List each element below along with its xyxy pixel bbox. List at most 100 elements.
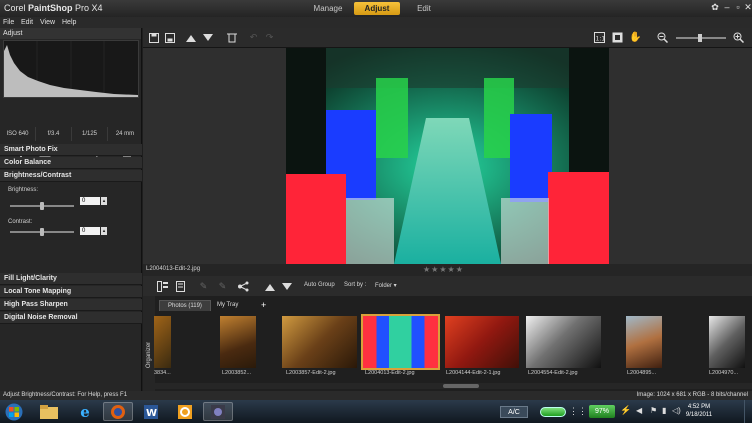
maximize-icon[interactable]: ▫: [733, 2, 743, 13]
organizer-toolbar: ✎ ✎ Auto Group Sort by : Folder ▾: [143, 276, 752, 296]
title-bar: Corel PaintShop Pro X4 Manage Adjust Edi…: [0, 0, 752, 17]
rotate-left-icon[interactable]: [184, 31, 197, 44]
battery-meter[interactable]: [540, 407, 566, 417]
zoom-slider-thumb[interactable]: [698, 34, 702, 42]
sort-by-dropdown[interactable]: Folder ▾: [375, 282, 397, 289]
brightness-slider[interactable]: [10, 202, 74, 210]
explorer-icon[interactable]: [34, 402, 64, 421]
organizer-scroll-thumb[interactable]: [443, 384, 479, 388]
fit-window-icon[interactable]: [611, 31, 624, 44]
brightness-input[interactable]: 0: [80, 197, 100, 205]
preview-area: [143, 48, 752, 264]
redo-icon[interactable]: ↷: [263, 31, 276, 44]
minimize-icon[interactable]: –: [722, 2, 732, 13]
battery-percent[interactable]: 97%: [589, 405, 615, 418]
auto-group-button[interactable]: Auto Group: [304, 282, 335, 288]
section-brightness-contrast[interactable]: Brightness/Contrast: [0, 170, 142, 182]
menu-help[interactable]: Help: [62, 17, 76, 28]
app-title: Corel PaintShop Pro X4: [4, 3, 103, 13]
section-high-pass-sharpen[interactable]: High Pass Sharpen: [0, 299, 142, 311]
tab-edit[interactable]: Edit: [400, 2, 448, 15]
undo-icon[interactable]: ↶: [247, 31, 260, 44]
save-icon[interactable]: [147, 31, 160, 44]
thumbnail-caption: 3834...: [154, 370, 171, 376]
word-icon[interactable]: W: [136, 402, 166, 421]
brightness-slider-thumb[interactable]: [40, 202, 44, 210]
section-digital-noise-removal[interactable]: Digital Noise Removal: [0, 312, 142, 324]
contrast-slider-thumb[interactable]: [40, 228, 44, 236]
help-settings-icon[interactable]: ✿: [710, 2, 720, 13]
section-local-tone-mapping[interactable]: Local Tone Mapping: [0, 286, 142, 298]
main-toolbar: ↶ ↷ 1:1 ✋: [143, 28, 752, 48]
thumbnail[interactable]: [626, 316, 662, 368]
org-rotate-left-icon[interactable]: [263, 280, 276, 293]
actual-size-icon[interactable]: 1:1: [593, 31, 606, 44]
internet-explorer-icon[interactable]: e: [70, 402, 100, 421]
adjust-panel-title: Adjust: [0, 28, 141, 39]
paint-icon[interactable]: ✎: [216, 280, 229, 293]
clock[interactable]: 4:52 PM 9/18/2011: [682, 403, 716, 419]
tab-photos[interactable]: Photos (119): [159, 300, 211, 311]
clock-date: 9/18/2011: [685, 412, 713, 418]
star-rating[interactable]: ★★★★★: [423, 265, 464, 274]
menu-view[interactable]: View: [40, 17, 55, 28]
menu-file[interactable]: File: [3, 17, 14, 28]
add-tab-button[interactable]: +: [253, 300, 274, 311]
preview-info-bar: L2004013-Edit-2.jpg ★★★★★: [143, 264, 752, 276]
thumbnail[interactable]: [526, 316, 601, 368]
save-as-icon[interactable]: [163, 31, 176, 44]
tab-adjust[interactable]: Adjust: [354, 2, 400, 15]
flag-icon[interactable]: ⚑: [650, 406, 657, 415]
show-desktop-button[interactable]: [744, 400, 752, 423]
thumbnail[interactable]: [220, 316, 256, 368]
signal-icon[interactable]: ▮: [662, 406, 666, 415]
thumbnail[interactable]: [154, 316, 171, 368]
thumbnail[interactable]: [282, 316, 357, 368]
organizer-side-label[interactable]: Organizer: [146, 333, 152, 377]
navigation-icon[interactable]: [156, 280, 169, 293]
rotate-right-icon[interactable]: [201, 31, 214, 44]
sort-by-label: Sort by :: [344, 282, 367, 288]
zoom-in-icon[interactable]: [732, 31, 745, 44]
photo-preview[interactable]: [286, 48, 609, 264]
contrast-spin[interactable]: ▴: [101, 227, 107, 235]
menu-edit[interactable]: Edit: [21, 17, 33, 28]
exif-iso: ISO 640: [0, 127, 36, 141]
zoom-out-icon[interactable]: [656, 31, 669, 44]
contrast-slider[interactable]: [10, 228, 74, 236]
status-image-info: Image: 1024 x 681 x RGB - 8 bits/channel: [636, 392, 748, 398]
exif-focal-length: 24 mm: [115, 131, 135, 137]
tab-my-tray[interactable]: My Tray: [209, 300, 246, 311]
ac-indicator[interactable]: A/C: [500, 406, 528, 418]
edit-brush-icon[interactable]: ✎: [197, 280, 210, 293]
thumbnail-caption: L2004554-Edit-2.jpg: [528, 370, 578, 376]
brightness-spin[interactable]: ▴: [101, 197, 107, 205]
pan-hand-icon[interactable]: ✋: [629, 31, 642, 44]
start-button[interactable]: [2, 402, 26, 421]
section-smart-photo-fix[interactable]: Smart Photo Fix: [0, 144, 142, 156]
firefox-icon[interactable]: [103, 402, 133, 421]
section-color-balance[interactable]: Color Balance: [0, 157, 142, 169]
outlook-icon[interactable]: [170, 402, 200, 421]
volume-icon[interactable]: ◁): [672, 406, 681, 415]
tab-manage[interactable]: Manage: [302, 2, 354, 15]
clock-time: 4:52 PM: [687, 404, 711, 410]
delete-icon[interactable]: [225, 31, 238, 44]
power-plug-icon[interactable]: ⚡: [620, 405, 631, 416]
info-icon[interactable]: [175, 280, 188, 293]
histogram: [3, 40, 139, 98]
org-rotate-right-icon[interactable]: [280, 280, 293, 293]
section-fill-light-clarity[interactable]: Fill Light/Clarity: [0, 273, 142, 285]
menu-bar: File Edit View Help: [0, 17, 752, 28]
organizer-scrollbar[interactable]: [155, 383, 752, 389]
tray-icon[interactable]: ◀: [636, 406, 642, 415]
thumbnail-selected[interactable]: [361, 314, 440, 370]
thumbnail[interactable]: [445, 316, 519, 368]
share-icon[interactable]: [236, 280, 249, 293]
paintshop-pro-icon[interactable]: [203, 402, 233, 421]
thumbnail[interactable]: [709, 316, 745, 368]
zoom-slider[interactable]: [676, 34, 726, 42]
contrast-input[interactable]: 0: [80, 227, 100, 235]
network-icon[interactable]: ⋮⋮: [569, 406, 587, 417]
close-icon[interactable]: ✕: [743, 2, 752, 13]
